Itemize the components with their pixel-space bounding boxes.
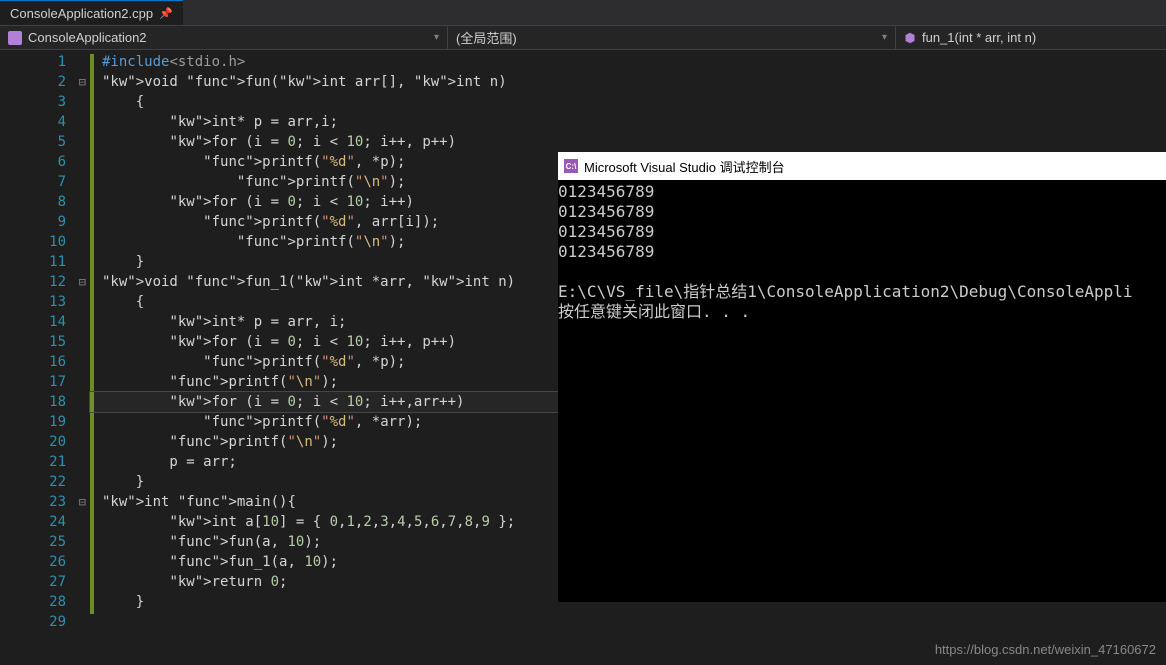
navigation-bar: ConsoleApplication2 ▾ (全局范围) ▾ fun_1(int… [0,26,1166,50]
line-number: 20 [0,432,90,452]
console-title-text: Microsoft Visual Studio 调试控制台 [584,157,785,176]
code-line[interactable]: "kw">for (i = 0; i < 10; i++, p++) [90,132,1166,152]
tab-bar: ConsoleApplication2.cpp 📌 [0,0,1166,26]
line-number: 10 [0,232,90,252]
console-titlebar[interactable]: C:\ Microsoft Visual Studio 调试控制台 [558,152,1166,180]
nav-left-label: ConsoleApplication2 [28,30,147,45]
line-number: 14 [0,312,90,332]
console-icon: C:\ [564,159,578,173]
code-line[interactable] [90,612,1166,632]
file-tab[interactable]: ConsoleApplication2.cpp 📌 [0,0,183,25]
line-number: 3 [0,92,90,112]
nav-scope-dropdown[interactable]: (全局范围) ▾ [448,26,896,49]
line-number: 1 [0,52,90,72]
console-line: 0123456789 [558,202,1166,222]
line-number: 15 [0,332,90,352]
console-output[interactable]: 0123456789012345678901234567890123456789… [558,180,1166,324]
line-number: 2 [0,72,90,92]
line-number: 17 [0,372,90,392]
line-number: 7 [0,172,90,192]
console-line: 按任意键关闭此窗口. . . [558,302,1166,322]
code-line[interactable]: #include<stdio.h> [90,52,1166,72]
line-number: 27 [0,572,90,592]
line-number: 25 [0,532,90,552]
line-number: 23 [0,492,90,512]
line-number: 9 [0,212,90,232]
nav-project-dropdown[interactable]: ConsoleApplication2 ▾ [0,26,448,49]
line-number: 29 [0,612,90,632]
line-number: 26 [0,552,90,572]
project-icon [8,31,22,45]
line-number: 6 [0,152,90,172]
line-number: 12 [0,272,90,292]
nav-mid-label: (全局范围) [456,28,517,47]
line-number: 11 [0,252,90,272]
line-number: 4 [0,112,90,132]
line-number: 21 [0,452,90,472]
line-number: 22 [0,472,90,492]
console-line: 0123456789 [558,242,1166,262]
console-line: E:\C\VS_file\指针总结1\ConsoleApplication2\D… [558,282,1166,302]
chevron-down-icon: ▾ [434,32,439,43]
code-line[interactable]: { [90,92,1166,112]
function-icon [904,32,916,44]
code-line[interactable]: "kw">int* p = arr,i; [90,112,1166,132]
line-number: 28 [0,592,90,612]
code-line[interactable]: "kw">void "func">fun("kw">int arr[], "kw… [90,72,1166,92]
line-gutter: 1234567891011121314151617181920212223242… [0,50,90,665]
console-line: 0123456789 [558,182,1166,202]
line-number: 19 [0,412,90,432]
line-number: 24 [0,512,90,532]
line-number: 5 [0,132,90,152]
watermark: https://blog.csdn.net/weixin_47160672 [935,642,1156,657]
line-number: 16 [0,352,90,372]
pin-icon[interactable]: 📌 [159,7,173,20]
line-number: 18 [0,392,90,412]
nav-function-dropdown[interactable]: fun_1(int * arr, int n) [896,26,1166,49]
tab-label: ConsoleApplication2.cpp [10,6,153,21]
nav-right-label: fun_1(int * arr, int n) [922,30,1036,45]
chevron-down-icon: ▾ [882,32,887,43]
line-number: 8 [0,192,90,212]
debug-console-window: C:\ Microsoft Visual Studio 调试控制台 012345… [558,152,1166,602]
line-number: 13 [0,292,90,312]
console-line: 0123456789 [558,222,1166,242]
console-line [558,262,1166,282]
